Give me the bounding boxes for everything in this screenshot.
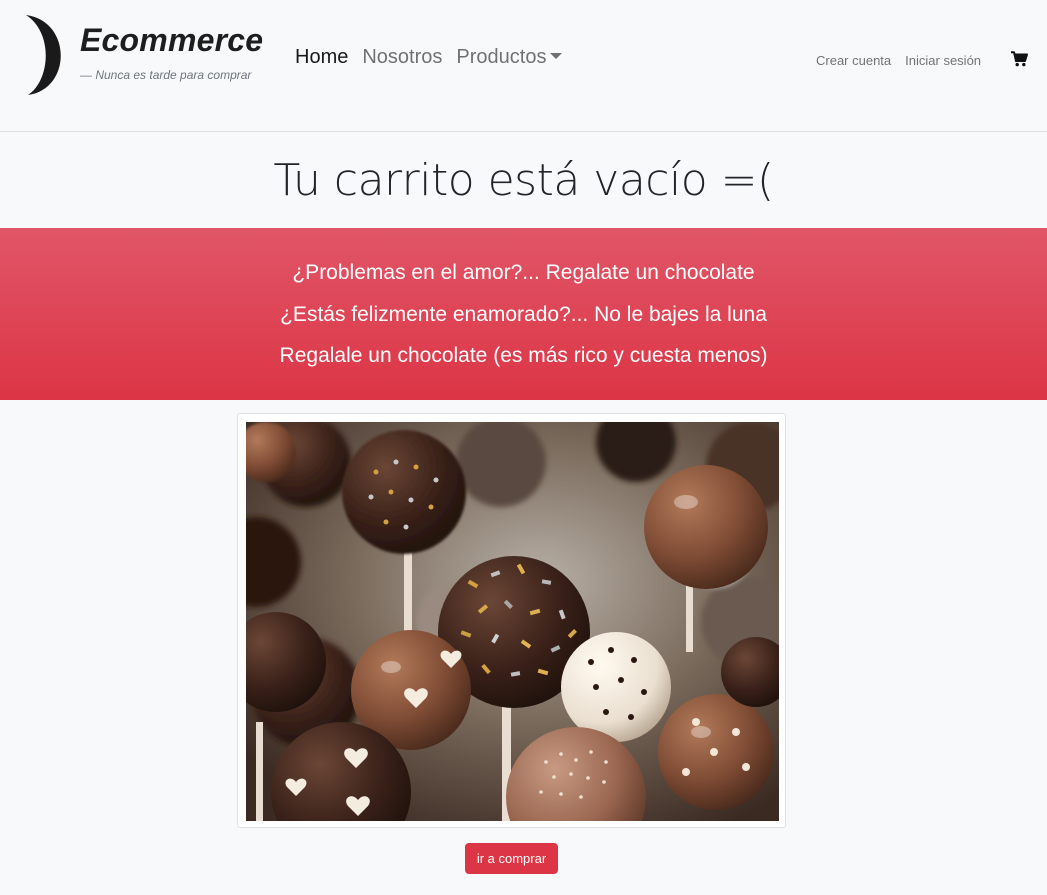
nav-nosotros[interactable]: Nosotros bbox=[362, 46, 442, 69]
shopping-cart-icon[interactable] bbox=[1011, 51, 1028, 67]
main-nav: Home Nosotros Productos bbox=[295, 46, 563, 69]
login-link[interactable]: Iniciar sesión bbox=[905, 53, 981, 68]
banner-line-2: ¿Estás felizmente enamorado?... No le ba… bbox=[280, 303, 767, 326]
banner-line-3: Regalale un chocolate (es más rico y cue… bbox=[279, 344, 768, 367]
navbar: Ecommerce — Nunca es tarde para comprar … bbox=[0, 0, 1047, 132]
go-shopping-button[interactable]: ir a comprar bbox=[465, 843, 558, 874]
chocolate-cake-pops-photo bbox=[246, 422, 779, 821]
nav-productos-dropdown[interactable]: Productos bbox=[456, 46, 563, 69]
brand-title[interactable]: Ecommerce bbox=[80, 22, 263, 59]
account-links: Crear cuenta Iniciar sesión bbox=[816, 53, 981, 68]
nav-productos-label: Productos bbox=[456, 46, 547, 68]
brand-tagline: — Nunca es tarde para comprar bbox=[80, 68, 252, 82]
empty-cart-title: Tu carrito está vacío =( bbox=[273, 155, 774, 206]
create-account-link[interactable]: Crear cuenta bbox=[816, 53, 891, 68]
banner-line-1: ¿Problemas en el amor?... Regalate un ch… bbox=[292, 261, 755, 284]
nav-home[interactable]: Home bbox=[295, 46, 348, 69]
promo-banner: ¿Problemas en el amor?... Regalate un ch… bbox=[0, 228, 1047, 400]
crescent-moon-icon[interactable] bbox=[24, 13, 70, 97]
caret-down-icon bbox=[550, 53, 563, 59]
product-image-frame bbox=[237, 413, 786, 828]
